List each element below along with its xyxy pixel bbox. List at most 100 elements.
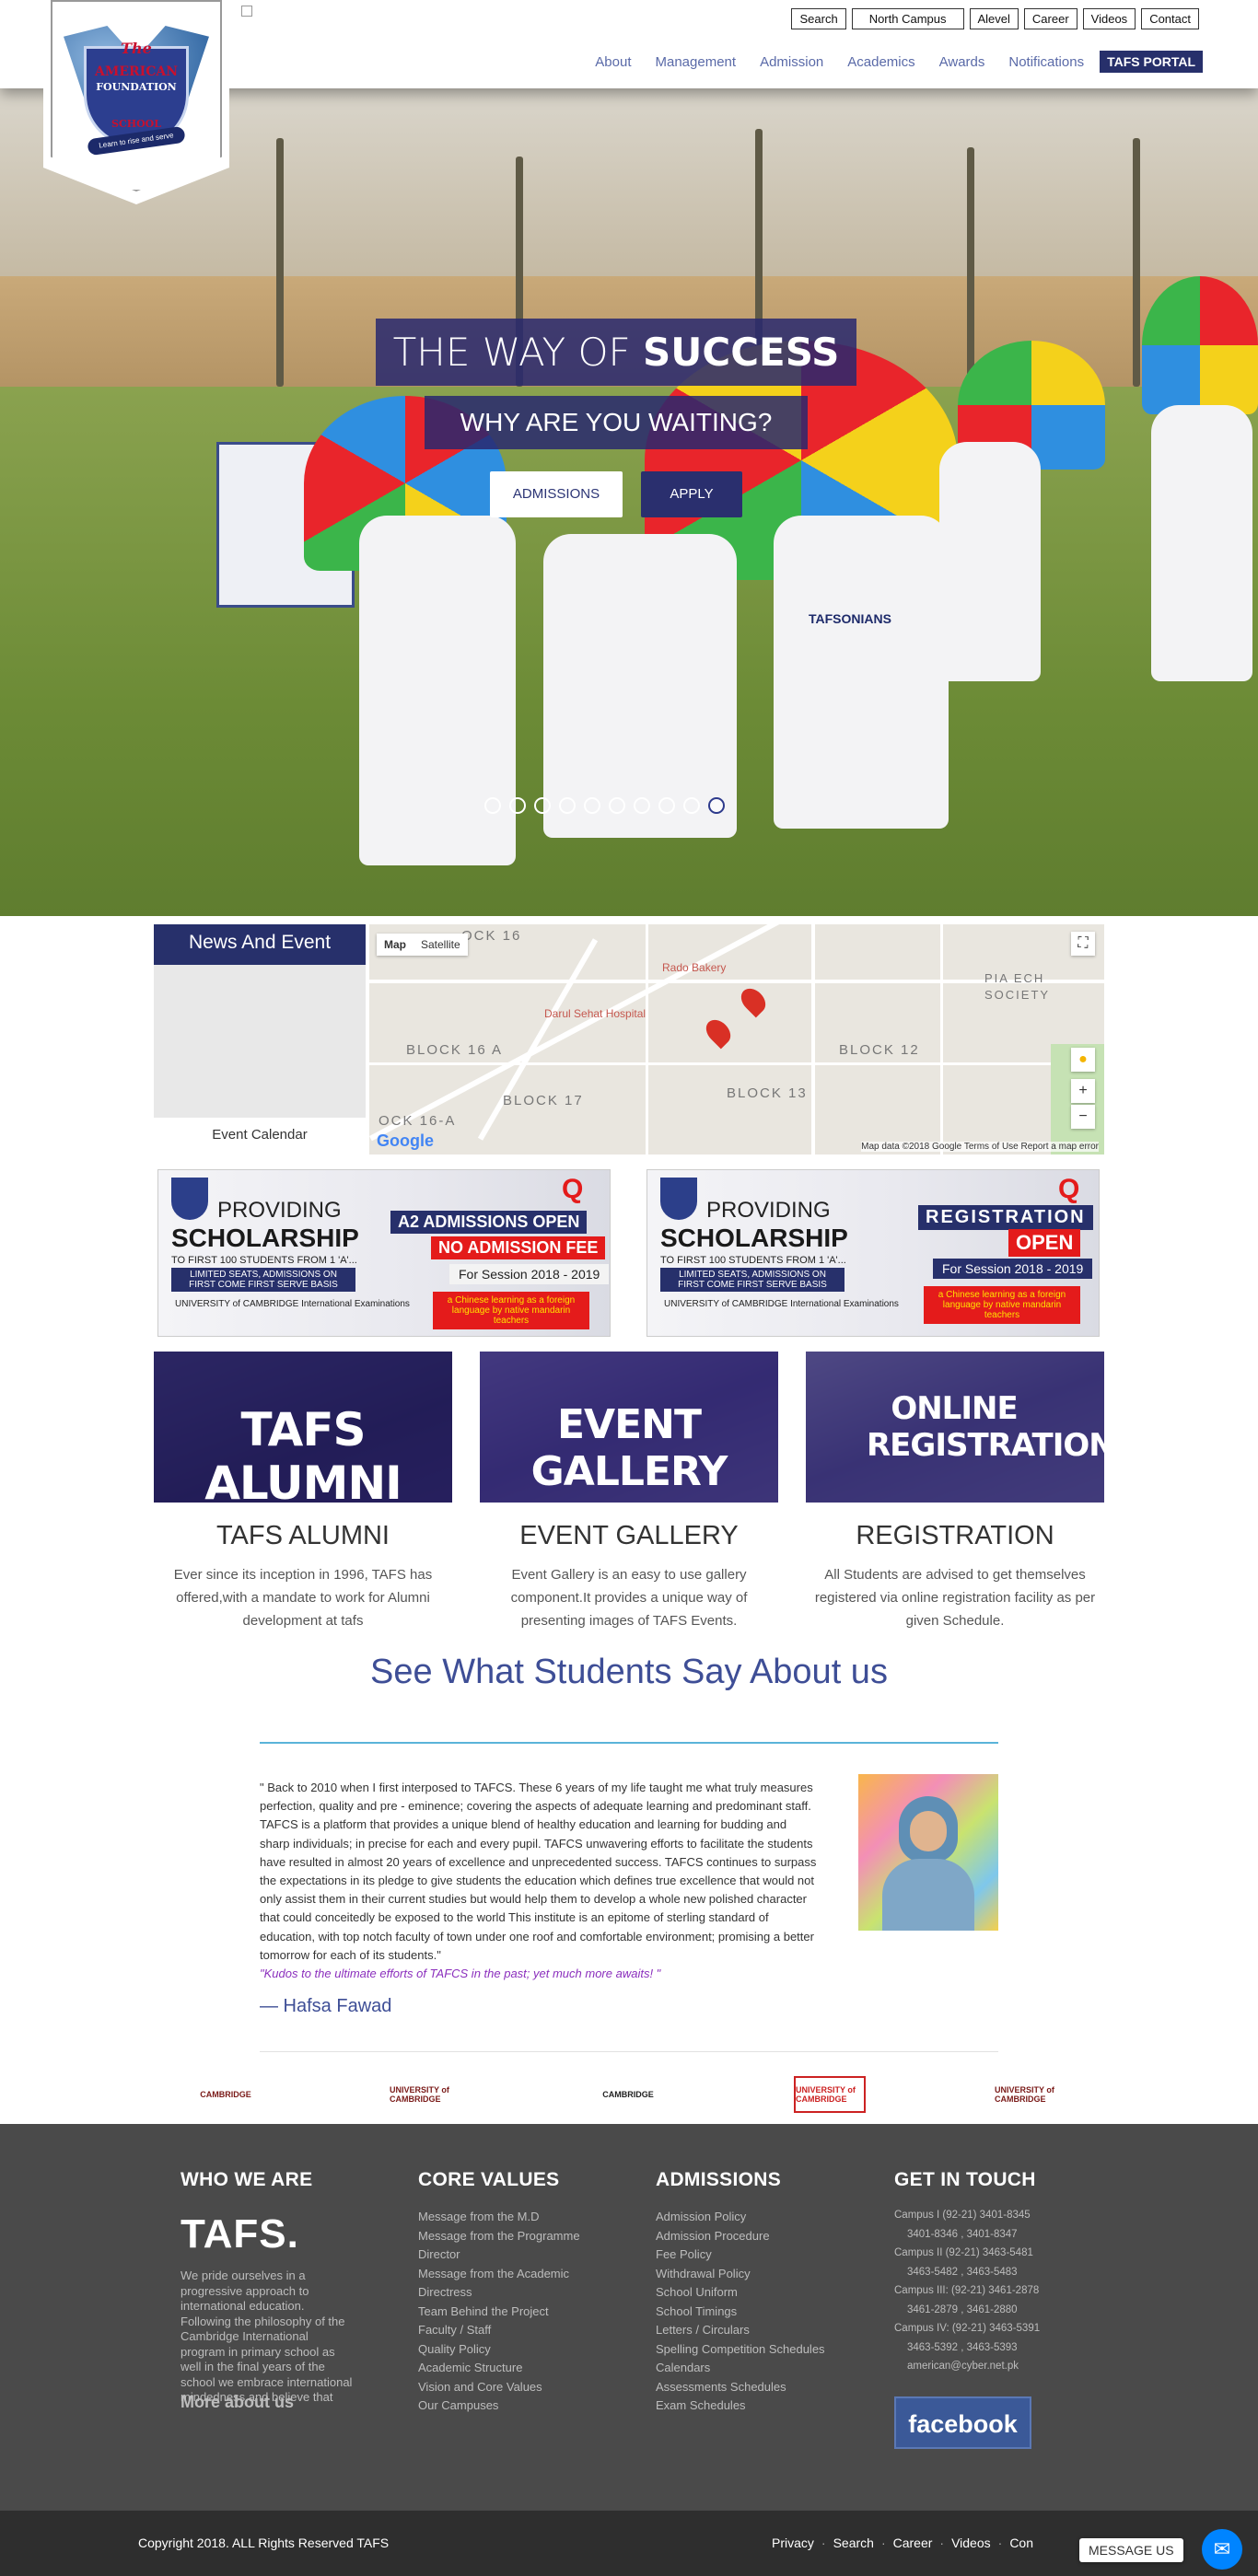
footer-email-link[interactable]: american@cyber.net.pk [894,2357,1078,2376]
tile-alumni[interactable]: TAFS ALUMNI [154,1352,452,1503]
scholarship-banner-a2[interactable]: PROVIDING SCHOLARSHIP TO FIRST 100 STUDE… [157,1169,611,1337]
bottom-link-contact[interactable]: Con [1009,2535,1033,2550]
messenger-icon[interactable]: ✉ [1202,2529,1242,2570]
footer-link[interactable]: School Timings [656,2303,858,2322]
alumni-title[interactable]: TAFS ALUMNI [154,1521,452,1551]
google-map[interactable]: OCK 16 BLOCK 16 A BLOCK 17 BLOCK 13 BLOC… [369,924,1104,1155]
nav-management[interactable]: Management [644,54,749,70]
zoom-in-icon[interactable]: + [1071,1079,1095,1103]
map-type-control: Map Satellite [377,934,468,956]
slider-dot[interactable] [609,797,625,814]
street-view-icon[interactable]: ● [1071,1048,1095,1072]
map-type-map[interactable]: Map [377,934,414,956]
footer-link[interactable]: Withdrawal Policy [656,2265,858,2284]
bottom-link-privacy[interactable]: Privacy [772,2535,814,2550]
partner-logo-cambridge-university[interactable]: UNIVERSITY of CAMBRIDGE [390,2076,460,2113]
footer-who-text: We pride ourselves in a progressive appr… [181,2269,353,2404]
nav-academics[interactable]: Academics [835,54,926,70]
footer-link[interactable]: Admission Procedure [656,2227,858,2246]
footer-link[interactable]: Admission Policy [656,2208,858,2227]
banner-cambridge: UNIVERSITY of CAMBRIDGE International Ex… [664,1299,899,1309]
logo-text-foundation: FOUNDATION [96,81,177,93]
partner-logo-cambridge-crest[interactable]: CAMBRIDGE [602,2076,654,2113]
registration-title[interactable]: REGISTRATION [806,1521,1104,1551]
nav-admission[interactable]: Admission [748,54,835,70]
partner-logo-cambridge[interactable]: CAMBRIDGE [189,2076,262,2113]
slider-dot[interactable] [708,797,725,814]
slider-dot[interactable] [509,797,526,814]
bottom-link-separator: · [821,2535,826,2550]
nav-notifications[interactable]: Notifications [996,54,1096,70]
footer-contact-line: Campus IV: (92-21) 3463-5391 [894,2323,1041,2334]
top-link-search[interactable]: Search [791,8,846,29]
slider-dot[interactable] [584,797,600,814]
main-nav: About Management Admission Academics Awa… [583,51,1203,73]
tile-registration[interactable]: ONLINE REGISTRATION [806,1352,1104,1503]
map-footer[interactable]: Map data ©2018 Google Terms of Use Repor… [861,1142,1099,1152]
top-link-career[interactable]: Career [1023,8,1077,29]
footer-link[interactable]: Message from the Academic Directress [418,2265,602,2303]
map-label: BLOCK 12 [839,1042,920,1058]
top-link-north-campus[interactable]: North Campus [851,8,964,29]
section-separator [260,2051,998,2052]
gallery-title[interactable]: EVENT GALLERY [480,1521,778,1551]
footer-link[interactable]: Spelling Competition Schedules [656,2340,858,2360]
banner-chinese: a Chinese learning as a foreign language… [433,1292,589,1329]
slider-dot[interactable] [484,797,501,814]
top-link-videos[interactable]: Videos [1082,8,1136,29]
tile-event-gallery[interactable]: EVENT GALLERY [480,1352,778,1503]
slider-dot[interactable] [634,797,650,814]
partner-logo-cambridge-red[interactable]: UNIVERSITY of CAMBRIDGE [794,2076,866,2113]
umbrella-hat [1142,276,1258,414]
footer-link[interactable]: Assessments Schedules [656,2378,858,2397]
footer-link[interactable]: Calendars [656,2359,858,2378]
footer-link[interactable]: Exam Schedules [656,2396,858,2416]
apply-button[interactable]: APPLY [641,471,742,517]
top-link-contact[interactable]: Contact [1141,8,1199,29]
partner-logo-cambridge-univ[interactable]: UNIVERSITY of CAMBRIDGE [995,2076,1070,2113]
admissions-button[interactable]: ADMISSIONS [490,471,623,517]
school-crest-icon [660,1178,697,1220]
bottom-link-career[interactable]: Career [893,2535,933,2550]
footer-link[interactable]: Team Behind the Project [418,2303,602,2322]
message-us-button[interactable]: MESSAGE US [1079,2538,1183,2562]
tafs-portal-button[interactable]: TAFS PORTAL [1100,51,1203,73]
footer-brand: TAFS. [181,2211,299,2257]
footer-link[interactable]: Letters / Circulars [656,2321,858,2340]
fullscreen-icon[interactable]: ⛶ [1071,932,1095,956]
nav-awards[interactable]: Awards [927,54,997,70]
bottom-link-search[interactable]: Search [833,2535,874,2550]
footer-link[interactable]: Message from the M.D [418,2208,602,2227]
map-label: BLOCK 13 [727,1085,808,1101]
event-calendar-label[interactable]: Event Calendar [154,1127,366,1143]
slider-dot[interactable] [683,797,700,814]
footer-link[interactable]: Vision and Core Values [418,2378,602,2397]
student-photo [858,1774,998,1931]
footer-link[interactable]: Our Campuses [418,2396,602,2416]
logo-text-the: The [121,40,152,57]
shirt-text: TAFSONIANS [809,611,891,626]
footer-link[interactable]: Academic Structure [418,2359,602,2378]
facebook-button[interactable]: facebook [894,2396,1031,2449]
map-pin-icon[interactable] [736,983,771,1018]
more-about-us-link[interactable]: More about us [181,2393,294,2412]
slider-dot[interactable] [534,797,551,814]
scholarship-banner-registration[interactable]: PROVIDING SCHOLARSHIP TO FIRST 100 STUDE… [646,1169,1100,1337]
footer-link[interactable]: Fee Policy [656,2245,858,2265]
zoom-out-icon[interactable]: − [1071,1105,1095,1129]
top-link-alevel[interactable]: Alevel [969,8,1019,29]
footer-link[interactable]: Quality Policy [418,2340,602,2360]
footer-link[interactable]: Message from the Programme Director [418,2227,602,2265]
student-figure [939,442,1041,681]
footer-link[interactable]: Faculty / Staff [418,2321,602,2340]
registration-text: All Students are advised to get themselv… [814,1567,1096,1629]
nav-about[interactable]: About [583,54,643,70]
footer-link[interactable]: School Uniform [656,2283,858,2303]
tile-registration-label: ONLINE REGISTRATION [867,1390,1104,1464]
slider-dot[interactable] [658,797,675,814]
bottom-link-videos[interactable]: Videos [951,2535,991,2550]
school-logo[interactable]: The AMERICAN FOUNDATION SCHOOL Learn to … [43,0,229,204]
slider-dot[interactable] [559,797,576,814]
map-type-satellite[interactable]: Satellite [414,934,468,956]
map-pin-icon[interactable] [701,1015,736,1050]
